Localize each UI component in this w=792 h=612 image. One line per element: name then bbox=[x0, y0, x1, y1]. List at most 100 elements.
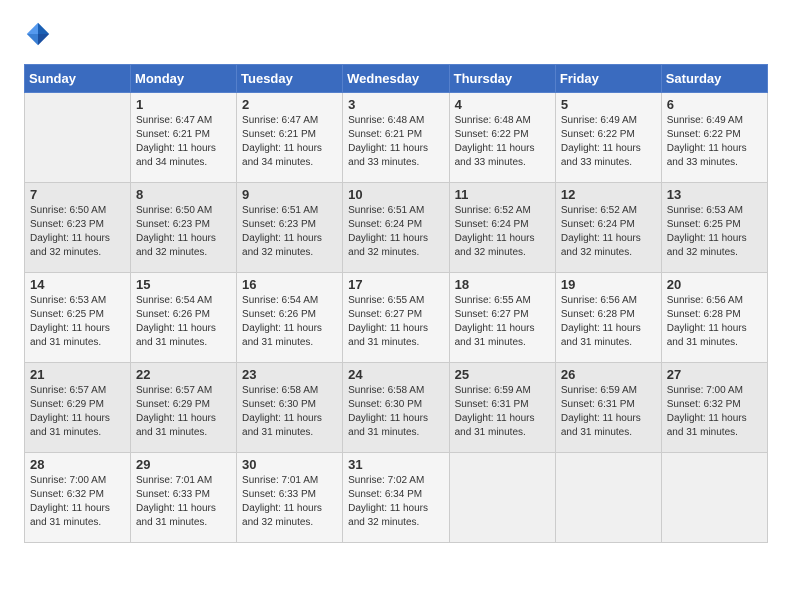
header-row: SundayMondayTuesdayWednesdayThursdayFrid… bbox=[25, 65, 768, 93]
day-info: Sunrise: 6:57 AM Sunset: 6:29 PM Dayligh… bbox=[30, 384, 125, 440]
day-number: 29 bbox=[136, 457, 231, 472]
day-number: 3 bbox=[348, 97, 443, 112]
day-number: 28 bbox=[30, 457, 125, 472]
calendar-cell: 4 Sunrise: 6:48 AM Sunset: 6:22 PM Daylig… bbox=[449, 93, 555, 183]
calendar-cell: 6 Sunrise: 6:49 AM Sunset: 6:22 PM Daylig… bbox=[661, 93, 767, 183]
day-number: 20 bbox=[667, 277, 762, 292]
calendar-cell: 21Sunrise: 6:57 AM Sunset: 6:29 PM Dayli… bbox=[25, 363, 131, 453]
calendar-week-1: 1 Sunrise: 6:47 AM Sunset: 6:21 PM Daylig… bbox=[25, 93, 768, 183]
header-day-tuesday: Tuesday bbox=[237, 65, 343, 93]
page-header bbox=[24, 20, 768, 48]
calendar-cell: 25 Sunrise: 6:59 AM Sunset: 6:31 PM Dayli… bbox=[449, 363, 555, 453]
day-info: Sunrise: 6:50 AM Sunset: 6:23 PM Dayligh… bbox=[30, 204, 125, 260]
day-number: 12 bbox=[561, 187, 656, 202]
day-number: 22 bbox=[136, 367, 231, 382]
calendar-cell: 28 Sunrise: 7:00 AM Sunset: 6:32 PM Dayli… bbox=[25, 453, 131, 543]
header-day-thursday: Thursday bbox=[449, 65, 555, 93]
calendar-cell: 16Sunrise: 6:54 AM Sunset: 6:26 PM Dayli… bbox=[237, 273, 343, 363]
calendar-cell: 9Sunrise: 6:51 AM Sunset: 6:23 PM Daylig… bbox=[237, 183, 343, 273]
day-number: 25 bbox=[455, 367, 550, 382]
calendar-cell: 26 Sunrise: 6:59 AM Sunset: 6:31 PM Dayli… bbox=[555, 363, 661, 453]
logo-icon bbox=[24, 20, 52, 48]
header-day-wednesday: Wednesday bbox=[343, 65, 449, 93]
day-number: 23 bbox=[242, 367, 337, 382]
calendar-week-3: 14 Sunrise: 6:53 AM Sunset: 6:25 PM Dayli… bbox=[25, 273, 768, 363]
calendar-cell: 1 Sunrise: 6:47 AM Sunset: 6:21 PM Daylig… bbox=[131, 93, 237, 183]
calendar-cell: 18 Sunrise: 6:55 AM Sunset: 6:27 PM Dayli… bbox=[449, 273, 555, 363]
calendar-cell: 12Sunrise: 6:52 AM Sunset: 6:24 PM Dayli… bbox=[555, 183, 661, 273]
calendar-cell bbox=[661, 453, 767, 543]
day-number: 30 bbox=[242, 457, 337, 472]
calendar-cell: 5 Sunrise: 6:49 AM Sunset: 6:22 PM Daylig… bbox=[555, 93, 661, 183]
day-info: Sunrise: 6:48 AM Sunset: 6:21 PM Dayligh… bbox=[348, 114, 443, 170]
day-number: 19 bbox=[561, 277, 656, 292]
day-info: Sunrise: 6:53 AM Sunset: 6:25 PM Dayligh… bbox=[30, 294, 125, 350]
calendar-week-2: 7 Sunrise: 6:50 AM Sunset: 6:23 PM Daylig… bbox=[25, 183, 768, 273]
calendar-cell: 10 Sunrise: 6:51 AM Sunset: 6:24 PM Dayli… bbox=[343, 183, 449, 273]
day-info: Sunrise: 6:51 AM Sunset: 6:24 PM Dayligh… bbox=[348, 204, 443, 260]
calendar-cell: 8Sunrise: 6:50 AM Sunset: 6:23 PM Daylig… bbox=[131, 183, 237, 273]
day-number: 4 bbox=[455, 97, 550, 112]
calendar-cell: 11Sunrise: 6:52 AM Sunset: 6:24 PM Dayli… bbox=[449, 183, 555, 273]
calendar-cell: 19 Sunrise: 6:56 AM Sunset: 6:28 PM Dayli… bbox=[555, 273, 661, 363]
day-info: Sunrise: 6:53 AM Sunset: 6:25 PM Dayligh… bbox=[667, 204, 762, 260]
logo bbox=[24, 20, 56, 48]
calendar-cell: 23Sunrise: 6:58 AM Sunset: 6:30 PM Dayli… bbox=[237, 363, 343, 453]
day-info: Sunrise: 6:57 AM Sunset: 6:29 PM Dayligh… bbox=[136, 384, 231, 440]
day-info: Sunrise: 7:01 AM Sunset: 6:33 PM Dayligh… bbox=[242, 474, 337, 530]
day-number: 24 bbox=[348, 367, 443, 382]
day-info: Sunrise: 6:50 AM Sunset: 6:23 PM Dayligh… bbox=[136, 204, 231, 260]
day-info: Sunrise: 7:00 AM Sunset: 6:32 PM Dayligh… bbox=[30, 474, 125, 530]
day-number: 26 bbox=[561, 367, 656, 382]
calendar-cell: 29 Sunrise: 7:01 AM Sunset: 6:33 PM Dayli… bbox=[131, 453, 237, 543]
calendar-cell: 31 Sunrise: 7:02 AM Sunset: 6:34 PM Dayli… bbox=[343, 453, 449, 543]
day-info: Sunrise: 7:01 AM Sunset: 6:33 PM Dayligh… bbox=[136, 474, 231, 530]
day-info: Sunrise: 6:47 AM Sunset: 6:21 PM Dayligh… bbox=[242, 114, 337, 170]
header-day-monday: Monday bbox=[131, 65, 237, 93]
day-info: Sunrise: 7:02 AM Sunset: 6:34 PM Dayligh… bbox=[348, 474, 443, 530]
day-info: Sunrise: 6:49 AM Sunset: 6:22 PM Dayligh… bbox=[667, 114, 762, 170]
calendar-cell: 20 Sunrise: 6:56 AM Sunset: 6:28 PM Dayli… bbox=[661, 273, 767, 363]
calendar-cell bbox=[449, 453, 555, 543]
calendar-cell bbox=[25, 93, 131, 183]
day-number: 11 bbox=[455, 187, 550, 202]
day-info: Sunrise: 6:55 AM Sunset: 6:27 PM Dayligh… bbox=[348, 294, 443, 350]
day-info: Sunrise: 6:49 AM Sunset: 6:22 PM Dayligh… bbox=[561, 114, 656, 170]
day-number: 2 bbox=[242, 97, 337, 112]
day-number: 6 bbox=[667, 97, 762, 112]
calendar-cell: 30 Sunrise: 7:01 AM Sunset: 6:33 PM Dayli… bbox=[237, 453, 343, 543]
calendar-cell bbox=[555, 453, 661, 543]
header-day-saturday: Saturday bbox=[661, 65, 767, 93]
header-day-friday: Friday bbox=[555, 65, 661, 93]
day-info: Sunrise: 6:54 AM Sunset: 6:26 PM Dayligh… bbox=[136, 294, 231, 350]
calendar-cell: 24 Sunrise: 6:58 AM Sunset: 6:30 PM Dayli… bbox=[343, 363, 449, 453]
day-info: Sunrise: 6:55 AM Sunset: 6:27 PM Dayligh… bbox=[455, 294, 550, 350]
day-info: Sunrise: 6:59 AM Sunset: 6:31 PM Dayligh… bbox=[561, 384, 656, 440]
day-info: Sunrise: 6:51 AM Sunset: 6:23 PM Dayligh… bbox=[242, 204, 337, 260]
calendar-cell: 27Sunrise: 7:00 AM Sunset: 6:32 PM Dayli… bbox=[661, 363, 767, 453]
day-info: Sunrise: 6:58 AM Sunset: 6:30 PM Dayligh… bbox=[348, 384, 443, 440]
calendar-cell: 7 Sunrise: 6:50 AM Sunset: 6:23 PM Daylig… bbox=[25, 183, 131, 273]
day-number: 10 bbox=[348, 187, 443, 202]
calendar-cell: 14 Sunrise: 6:53 AM Sunset: 6:25 PM Dayli… bbox=[25, 273, 131, 363]
day-info: Sunrise: 6:47 AM Sunset: 6:21 PM Dayligh… bbox=[136, 114, 231, 170]
day-number: 5 bbox=[561, 97, 656, 112]
day-number: 17 bbox=[348, 277, 443, 292]
header-day-sunday: Sunday bbox=[25, 65, 131, 93]
day-info: Sunrise: 6:56 AM Sunset: 6:28 PM Dayligh… bbox=[667, 294, 762, 350]
day-number: 31 bbox=[348, 457, 443, 472]
calendar-cell: 17 Sunrise: 6:55 AM Sunset: 6:27 PM Dayli… bbox=[343, 273, 449, 363]
calendar-week-4: 21Sunrise: 6:57 AM Sunset: 6:29 PM Dayli… bbox=[25, 363, 768, 453]
day-number: 1 bbox=[136, 97, 231, 112]
day-number: 18 bbox=[455, 277, 550, 292]
calendar-cell: 15Sunrise: 6:54 AM Sunset: 6:26 PM Dayli… bbox=[131, 273, 237, 363]
day-number: 13 bbox=[667, 187, 762, 202]
day-info: Sunrise: 6:56 AM Sunset: 6:28 PM Dayligh… bbox=[561, 294, 656, 350]
day-number: 7 bbox=[30, 187, 125, 202]
calendar-header: SundayMondayTuesdayWednesdayThursdayFrid… bbox=[25, 65, 768, 93]
calendar-week-5: 28 Sunrise: 7:00 AM Sunset: 6:32 PM Dayli… bbox=[25, 453, 768, 543]
calendar-cell: 13 Sunrise: 6:53 AM Sunset: 6:25 PM Dayli… bbox=[661, 183, 767, 273]
day-info: Sunrise: 6:59 AM Sunset: 6:31 PM Dayligh… bbox=[455, 384, 550, 440]
day-info: Sunrise: 6:48 AM Sunset: 6:22 PM Dayligh… bbox=[455, 114, 550, 170]
day-number: 14 bbox=[30, 277, 125, 292]
